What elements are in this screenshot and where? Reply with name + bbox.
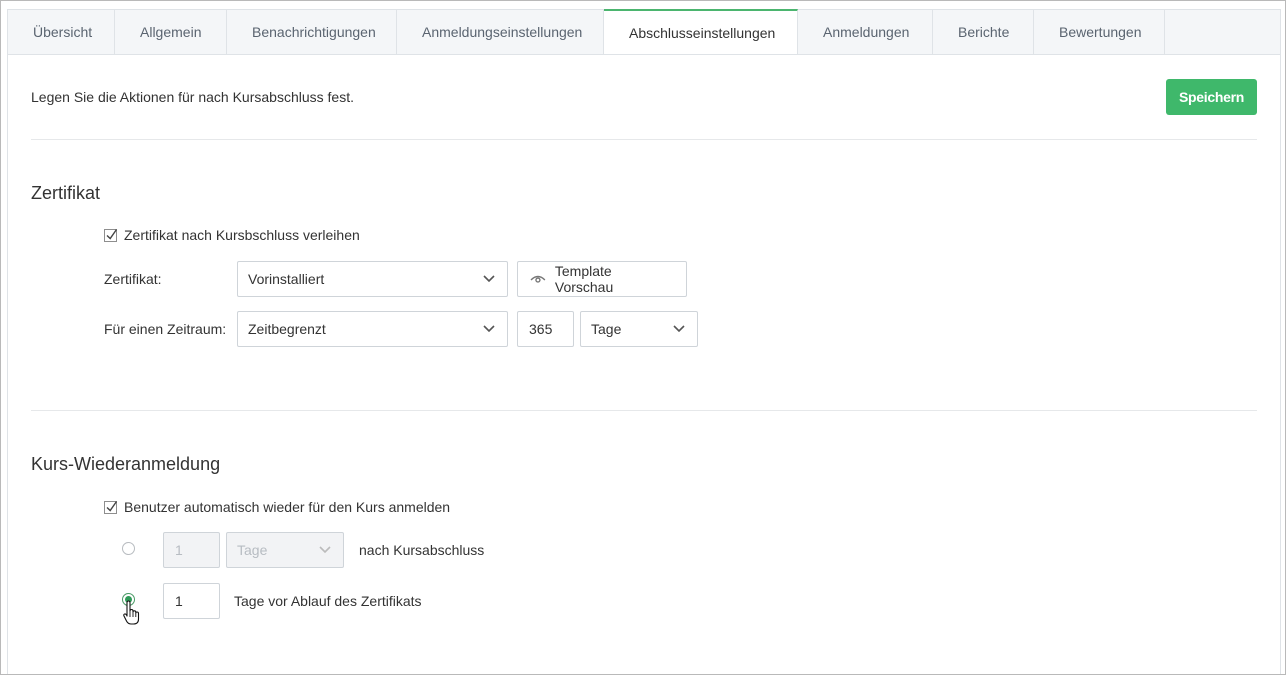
after-completion-unit-value: Tage bbox=[237, 542, 268, 558]
tab-overview[interactable]: Übersicht bbox=[8, 10, 115, 54]
chevron-down-icon bbox=[483, 275, 495, 283]
award-certificate-row: Zertifikat nach Kursbschluss verleihen bbox=[104, 227, 360, 243]
tab-completion-settings[interactable]: Abschlusseinstellungen bbox=[604, 9, 798, 54]
before-expiry-amount-input[interactable]: 1 bbox=[163, 583, 220, 619]
tab-label: Berichte bbox=[958, 24, 1010, 40]
tab-label: Abschlusseinstellungen bbox=[629, 24, 776, 41]
check-icon bbox=[106, 500, 118, 512]
before-expiry-amount-value: 1 bbox=[175, 593, 183, 609]
intro-text: Legen Sie die Aktionen für nach Kursabsc… bbox=[31, 89, 354, 105]
tab-ratings[interactable]: Bewertungen bbox=[1034, 10, 1165, 54]
auto-reenroll-checkbox[interactable] bbox=[104, 500, 118, 514]
chevron-down-icon bbox=[319, 546, 331, 554]
period-label: Für einen Zeitraum: bbox=[104, 321, 227, 337]
tab-enrollment-settings[interactable]: Anmeldungseinstellungen bbox=[397, 10, 604, 54]
duration-amount-input[interactable]: 365 bbox=[517, 311, 574, 347]
after-completion-amount-input[interactable]: 1 bbox=[163, 532, 220, 568]
tab-label: Bewertungen bbox=[1059, 24, 1142, 40]
tab-label: Allgemein bbox=[140, 24, 202, 40]
tab-enrollments[interactable]: Anmeldungen bbox=[798, 10, 933, 54]
tab-reports[interactable]: Berichte bbox=[933, 10, 1034, 54]
reenrollment-section-title: Kurs-Wiederanmeldung bbox=[31, 454, 221, 474]
divider bbox=[31, 410, 1257, 411]
certificate-section-title: Zertifikat bbox=[31, 183, 101, 203]
duration-unit-select[interactable]: Tage bbox=[580, 311, 698, 347]
auto-reenroll-row: Benutzer automatisch wieder für den Kurs… bbox=[104, 499, 450, 515]
certificate-label: Zertifikat: bbox=[104, 271, 162, 287]
template-preview-label: Template Vorschau bbox=[554, 263, 614, 295]
after-completion-amount-value: 1 bbox=[175, 542, 183, 558]
certificate-select-value: Vorinstalliert bbox=[248, 271, 325, 287]
hand-cursor-icon bbox=[123, 600, 140, 625]
chevron-down-icon bbox=[483, 325, 495, 333]
tab-label: Anmeldungseinstellungen bbox=[422, 24, 583, 40]
duration-amount-value: 365 bbox=[529, 321, 553, 337]
completion-settings-panel: Legen Sie die Aktionen für nach Kursabsc… bbox=[7, 55, 1281, 674]
check-icon bbox=[106, 228, 118, 240]
period-select[interactable]: Zeitbegrenzt bbox=[237, 311, 508, 347]
after-completion-unit-select[interactable]: Tage bbox=[226, 532, 344, 568]
chevron-down-icon bbox=[673, 325, 685, 333]
tab-bar: Übersicht Allgemein Benachrichtigungen A… bbox=[7, 9, 1281, 55]
tab-notifications[interactable]: Benachrichtigungen bbox=[227, 10, 397, 54]
app-window: Übersicht Allgemein Benachrichtigungen A… bbox=[0, 0, 1286, 675]
award-certificate-checkbox[interactable] bbox=[104, 228, 118, 242]
after-completion-suffix: nach Kursabschluss bbox=[359, 542, 485, 558]
tab-label: Übersicht bbox=[33, 24, 93, 40]
tab-label: Anmeldungen bbox=[823, 24, 910, 40]
after-completion-radio[interactable] bbox=[122, 542, 135, 555]
duration-unit-value: Tage bbox=[591, 321, 622, 337]
period-select-value: Zeitbegrenzt bbox=[248, 321, 326, 337]
certificate-select[interactable]: Vorinstalliert bbox=[237, 261, 508, 297]
auto-reenroll-label: Benutzer automatisch wieder für den Kurs… bbox=[124, 499, 451, 515]
divider bbox=[31, 139, 1257, 140]
tab-label: Benachrichtigungen bbox=[252, 24, 376, 40]
template-preview-button[interactable]: Template Vorschau bbox=[517, 261, 687, 297]
eye-icon bbox=[530, 275, 546, 283]
award-certificate-label: Zertifikat nach Kursbschluss verleihen bbox=[124, 227, 360, 243]
before-expiry-suffix: Tage vor Ablauf des Zertifikats bbox=[234, 593, 422, 609]
save-button[interactable]: Speichern bbox=[1166, 79, 1257, 115]
tab-general[interactable]: Allgemein bbox=[115, 10, 227, 54]
